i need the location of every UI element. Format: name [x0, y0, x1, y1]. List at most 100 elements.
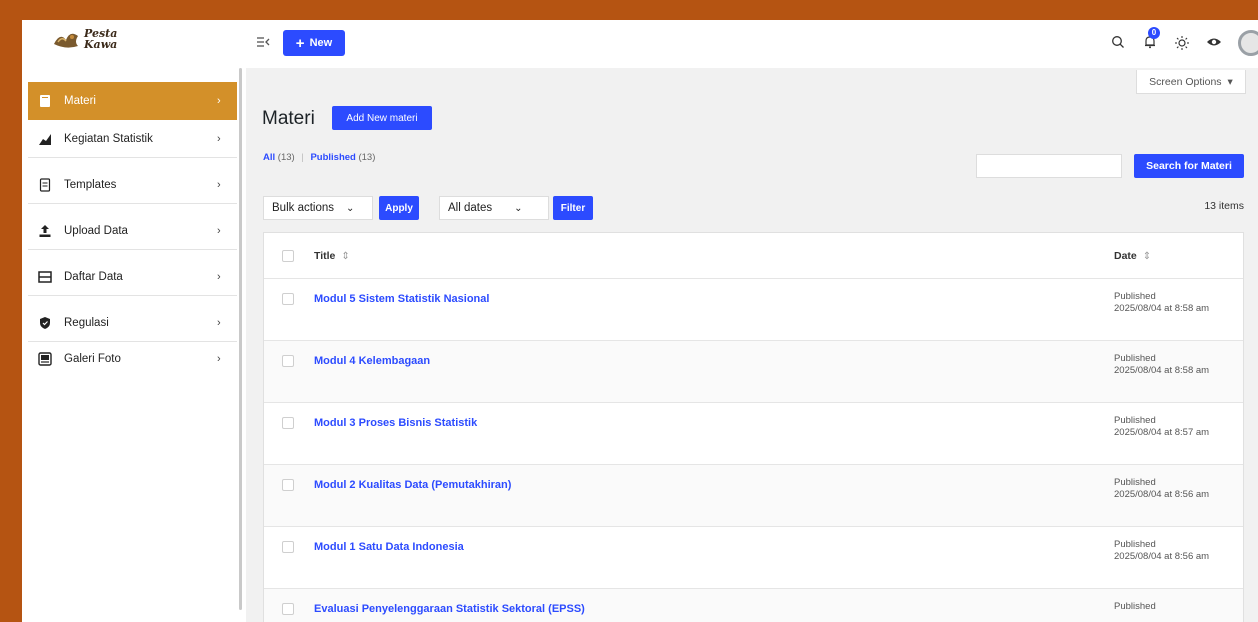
brand-logo[interactable]: Pesta Kawa [52, 28, 117, 50]
sidebar-item-label: Kegiatan Statistik [64, 132, 153, 145]
apply-button[interactable]: Apply [379, 196, 419, 220]
row-date: Published 2025/08/04 at 8:58 am [1114, 291, 1209, 315]
eye-icon[interactable] [1206, 35, 1222, 51]
row-checkbox[interactable] [282, 479, 294, 491]
row-title-link[interactable]: Evaluasi Penyelenggaraan Statistik Sekto… [314, 603, 585, 615]
search-button[interactable]: Search for Materi [1134, 154, 1244, 178]
row-date-value: 2025/08/04 at 8:57 am [1114, 427, 1210, 438]
sidebar-resize-handle[interactable] [239, 68, 242, 610]
row-title-link[interactable]: Modul 4 Kelembagaan [314, 355, 430, 367]
row-status-label: Published [1114, 291, 1156, 302]
screen-options-label: Screen Options [1149, 75, 1222, 88]
column-header-title[interactable]: Title ⇕ [314, 250, 350, 262]
avatar[interactable] [1238, 30, 1258, 56]
row-checkbox[interactable] [282, 603, 294, 615]
table-row: Modul 5 Sistem Statistik Nasional Publis… [264, 279, 1243, 341]
sun-icon[interactable] [1174, 35, 1190, 51]
new-button-label: New [309, 37, 333, 49]
upload-icon [38, 224, 52, 238]
row-status-label: Published [1114, 539, 1156, 550]
chevron-right-icon: › [217, 178, 221, 191]
chevron-right-icon: › [217, 270, 221, 283]
sidebar-item-regulasi[interactable]: Regulasi › [28, 304, 237, 342]
row-date-value: 2025/08/04 at 8:58 am [1114, 303, 1210, 314]
column-header-date[interactable]: Date ⇕ [1114, 250, 1151, 262]
row-date-value: 2025/08/04 at 8:56 am [1114, 551, 1210, 562]
gallery-icon [38, 352, 52, 366]
sidebar-item-label: Regulasi [64, 316, 109, 329]
row-checkbox[interactable] [282, 541, 294, 553]
plus-icon: + [295, 34, 305, 52]
row-checkbox[interactable] [282, 355, 294, 367]
page-title: Materi [262, 108, 315, 129]
row-title-link[interactable]: Modul 5 Sistem Statistik Nasional [314, 293, 489, 305]
sidebar-item-label: Galeri Foto [64, 353, 121, 365]
row-date: Published 2025/08/04 at 8:58 am [1114, 353, 1209, 377]
search-input[interactable] [976, 154, 1122, 178]
posts-table: Title ⇕ Date ⇕ Modul 5 Sistem Statistik Na… [263, 232, 1244, 622]
document-icon [38, 177, 52, 192]
caret-down-icon: ▾ [1227, 75, 1233, 88]
collapse-menu-icon[interactable] [256, 36, 272, 50]
search-icon[interactable] [1110, 35, 1126, 51]
dates-select-value: All dates [448, 202, 493, 214]
row-date-value: 2025/08/04 at 8:58 am [1114, 365, 1210, 376]
row-checkbox[interactable] [282, 293, 294, 305]
brand-name-line2: Kawa [84, 38, 118, 51]
row-status-label: Published [1114, 415, 1156, 426]
table-row: Modul 1 Satu Data Indonesia Published 20… [264, 527, 1243, 589]
filter-all-link[interactable]: All [263, 152, 275, 163]
chevron-down-icon: ⌄ [346, 202, 355, 214]
sort-icon: ⇕ [341, 250, 350, 262]
main-content: Screen Options ▾ Materi Add New materi A… [246, 68, 1258, 622]
sidebar-item-label: Materi [64, 95, 96, 107]
top-icons: 0 [1110, 27, 1258, 58]
table-row: Evaluasi Penyelenggaraan Statistik Sekto… [264, 589, 1243, 622]
sidebar-item-materi[interactable]: Materi › [28, 82, 237, 120]
sidebar-item-kegiatan-statistik[interactable]: Kegiatan Statistik › [28, 120, 237, 158]
chart-area-icon [38, 132, 52, 146]
table-row: Modul 2 Kualitas Data (Pemutakhiran) Pub… [264, 465, 1243, 527]
row-date: Published 2025/08/04 at 8:57 am [1114, 415, 1209, 439]
top-bar: Pesta Kawa + New 0 [22, 20, 1258, 68]
chevron-right-icon: › [217, 95, 221, 107]
bulk-actions-value: Bulk actions [272, 202, 335, 214]
sort-icon: ⇕ [1142, 250, 1152, 262]
sidebar: Materi › Kegiatan Statistik › Templates … [22, 82, 238, 622]
filter-all-count: (13) [277, 152, 295, 163]
chevron-right-icon: › [217, 353, 221, 365]
sidebar-item-galeri-foto[interactable]: Galeri Foto › [28, 340, 237, 378]
row-status-label: Published [1114, 601, 1156, 612]
row-title-link[interactable]: Modul 2 Kualitas Data (Pemutakhiran) [314, 479, 511, 491]
sidebar-item-upload-data[interactable]: Upload Data › [28, 212, 237, 250]
logo-mark-icon [54, 33, 78, 48]
bulk-actions-select[interactable]: Bulk actions ⌄ [263, 196, 373, 220]
shield-icon [38, 316, 52, 330]
select-all-checkbox[interactable] [282, 249, 294, 262]
sidebar-item-daftar-data[interactable]: Daftar Data › [28, 258, 237, 296]
row-status-label: Published [1114, 477, 1156, 488]
new-button[interactable]: + New [283, 30, 345, 56]
separator: | [301, 152, 304, 163]
chevron-right-icon: › [217, 316, 221, 329]
add-new-button[interactable]: Add New materi [332, 106, 432, 130]
bell-icon[interactable]: 0 [1142, 27, 1160, 51]
book-icon [38, 94, 52, 108]
sidebar-item-label: Upload Data [64, 224, 128, 237]
status-filter-links: All (13) | Published (13) [263, 152, 375, 163]
sidebar-item-label: Templates [64, 178, 117, 191]
dates-select[interactable]: All dates ⌄ [439, 196, 549, 220]
sidebar-item-templates[interactable]: Templates › [28, 166, 237, 204]
row-checkbox[interactable] [282, 417, 294, 429]
row-date: Published 2025/08/04 at 8:56 am [1114, 477, 1209, 501]
notification-count-badge: 0 [1148, 27, 1160, 39]
screen-options-button[interactable]: Screen Options ▾ [1136, 70, 1246, 94]
row-title-link[interactable]: Modul 3 Proses Bisnis Statistik [314, 417, 477, 429]
row-title-link[interactable]: Modul 1 Satu Data Indonesia [314, 541, 464, 553]
table-icon [38, 270, 52, 284]
table-header: Title ⇕ Date ⇕ [264, 233, 1243, 279]
sidebar-item-label: Daftar Data [64, 270, 123, 283]
filter-button[interactable]: Filter [553, 196, 593, 220]
filter-published-link[interactable]: Published [310, 152, 355, 163]
chevron-right-icon: › [217, 132, 221, 145]
